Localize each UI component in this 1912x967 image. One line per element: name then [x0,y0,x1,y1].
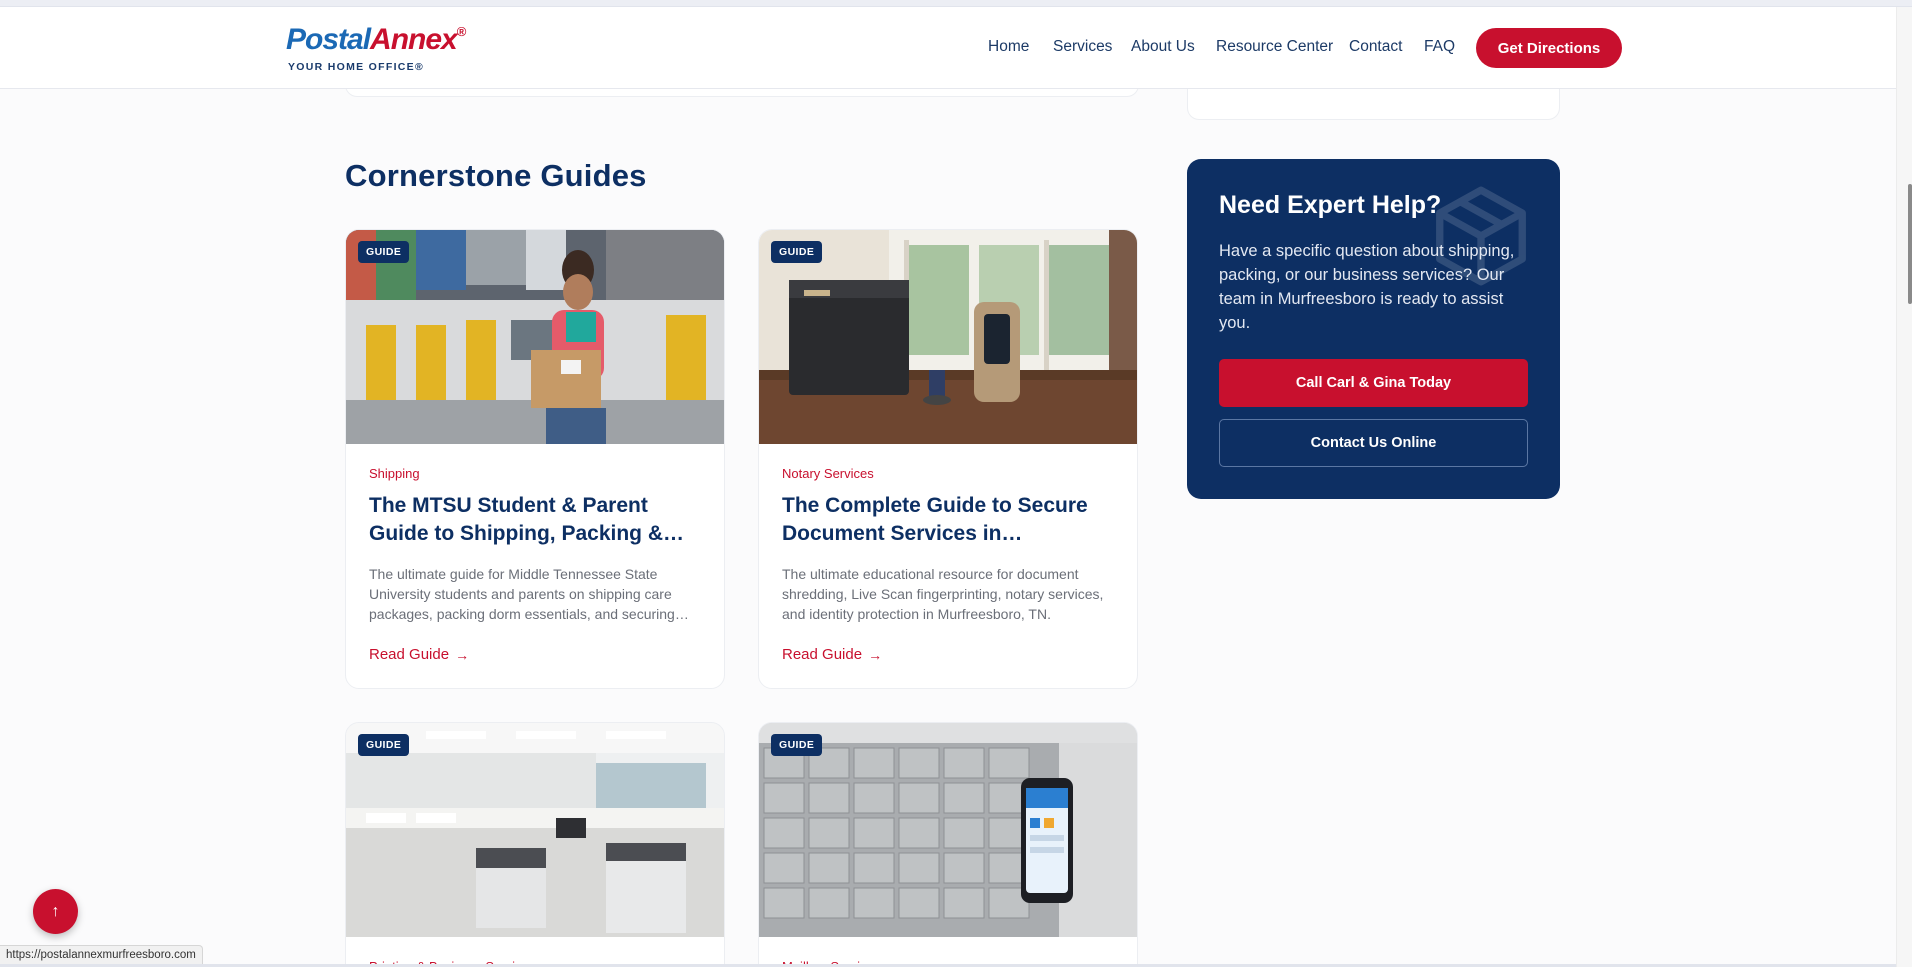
guide-card[interactable]: GUIDE Printing & Business Services [345,722,725,967]
arrow-right-icon: → [868,646,883,663]
guide-title[interactable]: The Complete Guide to Secure Document Se… [782,492,1114,548]
nav-resource-center[interactable]: Resource Center [1216,38,1333,56]
guide-card[interactable]: GUIDE Mailbox Services [758,722,1138,967]
arrow-right-icon: → [455,646,470,663]
expert-help-box: Need Expert Help? Have a specific questi… [1187,159,1560,499]
guide-badge: GUIDE [358,241,410,263]
logo-registered-mark: ® [456,24,467,39]
guide-category[interactable]: Shipping [369,466,701,481]
guide-description: The ultimate educational resource for do… [782,566,1104,622]
guide-card-image: GUIDE [346,723,724,937]
guide-badge: GUIDE [358,734,410,756]
nav-services[interactable]: Services [1053,38,1112,56]
call-button[interactable]: Call Carl & Gina Today [1219,359,1528,407]
read-guide-link[interactable]: Read Guide → [782,646,1114,663]
guide-badge: GUIDE [771,241,823,263]
section-title: Cornerstone Guides [345,158,647,193]
get-directions-button[interactable]: Get Directions [1476,28,1622,68]
guide-card[interactable]: GUIDE Notary Services The Complete Guide… [758,229,1138,689]
browser-top-strip [0,0,1912,7]
guide-card[interactable]: GUIDE Shipping The MTSU Student & Parent… [345,229,725,689]
guide-card-body: Shipping The MTSU Student & Parent Guide… [346,444,724,663]
contact-online-button[interactable]: Contact Us Online [1219,419,1528,467]
logo-wordmark: PostalAnnex® [286,23,467,56]
scrollbar-thumb[interactable] [1908,184,1912,304]
nav-contact[interactable]: Contact [1349,38,1402,56]
help-text: Have a specific question about shipping,… [1219,242,1515,332]
guide-title[interactable]: The MTSU Student & Parent Guide to Shipp… [369,492,701,548]
arrow-up-icon: ↑ [51,902,60,920]
read-guide-label: Read Guide [369,646,450,663]
site-header: PostalAnnex® YOUR HOME OFFICE® Home Serv… [0,7,1896,89]
guide-card-body: Notary Services The Complete Guide to Se… [759,444,1137,663]
help-title: Need Expert Help? [1219,191,1442,219]
guide-description: The ultimate guide for Middle Tennessee … [369,566,675,622]
back-to-top-button[interactable]: ↑ [33,889,78,934]
nav-faq[interactable]: FAQ [1424,38,1455,56]
guide-card-image: GUIDE [346,230,724,444]
link-status-bar: https://postalannexmurfreesboro.com [0,945,203,965]
guide-badge: GUIDE [771,734,823,756]
postalannex-logo[interactable]: PostalAnnex® YOUR HOME OFFICE® [286,23,467,74]
guide-card-image: GUIDE [759,723,1137,937]
logo-postal: Postal [286,23,371,56]
logo-annex: Annex [370,23,458,56]
main-nav: Home Services About Us Resource Center C… [988,7,1688,89]
nav-about-us[interactable]: About Us [1131,38,1195,56]
guide-category[interactable]: Notary Services [782,466,1114,481]
read-guide-label: Read Guide [782,646,863,663]
guide-card-body: Printing & Business Services [346,937,724,967]
logo-tagline: YOUR HOME OFFICE® [288,61,425,73]
read-guide-link[interactable]: Read Guide → [369,646,701,663]
page-scrollbar[interactable] [1896,7,1912,967]
guide-card-image: GUIDE [759,230,1137,444]
guide-card-body: Mailbox Services [759,937,1137,967]
nav-home[interactable]: Home [988,38,1029,56]
